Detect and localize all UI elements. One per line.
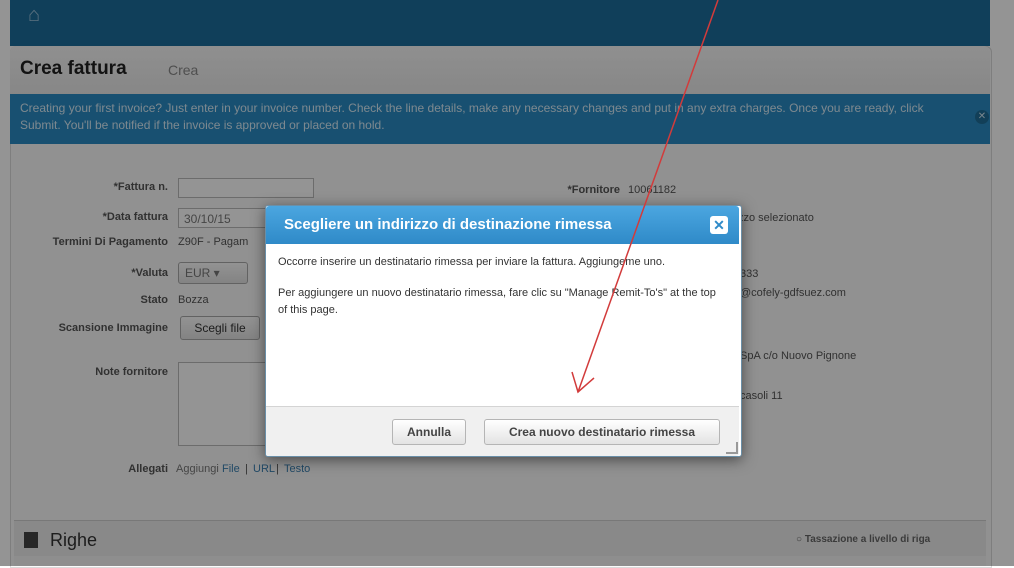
- arrow-shaft: [577, 0, 719, 393]
- annotation-arrow: [571, 0, 719, 394]
- arrow-head: [571, 371, 595, 394]
